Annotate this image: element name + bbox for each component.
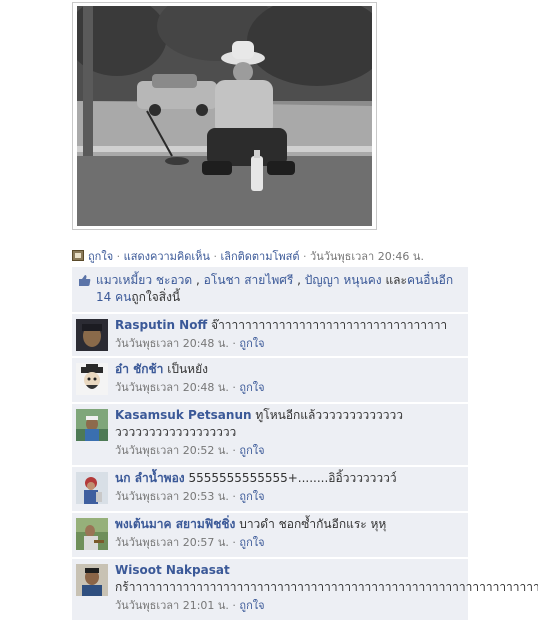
post-photo[interactable] [77,6,372,226]
comment-meta: วันวันพุธเวลา 21:01 น. · ถูกใจ [115,598,462,614]
thumbs-up-icon [79,275,91,286]
separator-dot: · [232,444,236,457]
unfollow-link[interactable]: เลิกติดตามโพสต์ [220,250,299,263]
comment-meta: วันวันพุธเวลา 20:52 น. · ถูกใจ [115,443,462,459]
comment-meta: วันวันพุธเวลา 20:57 น. · ถูกใจ [115,535,462,551]
separator-dot: · [232,381,236,394]
commenter-name[interactable]: Wisoot Nakpasat [115,563,230,577]
comment-time[interactable]: วันวันพุธเวลา 21:01 น. [115,599,229,612]
post-photo-frame[interactable] [72,2,377,230]
liker-separator: , [192,273,204,287]
separator-dot: · [213,250,217,263]
comment-time[interactable]: วันวันพุธเวลา 20:57 น. [115,536,229,549]
liker-separator: , [293,273,305,287]
comment-item: Wisoot Nakpasat กร้าาาาาาาาาาาาาาาาาาาาา… [72,559,538,620]
comment-like-link[interactable]: ถูกใจ [239,536,264,549]
post-photo-image [77,6,372,226]
comment-time[interactable]: วันวันพุธเวลา 20:53 น. [115,490,229,503]
avatar[interactable] [76,472,108,504]
comment-item: Kasamsuk Petsanun ทูโหนอีกแล้ววววววววววว… [72,404,468,465]
likes-and-text: และ [385,273,407,287]
post-timestamp[interactable]: วันวันพุธเวลา 20:46 น. [310,250,424,263]
likes-suffix: ถูกใจสิ่งนี้ [131,290,181,304]
separator-dot: · [303,250,307,263]
comment-item: พงเต้นมาค สยามฟิชชิ่ง บาวดำ ชอกซ้ำกันอีก… [72,513,468,557]
photo-icon [72,250,84,261]
commenter-name[interactable]: พงเต้นมาค สยามฟิชชิ่ง [115,517,235,531]
commenter-name[interactable]: นก ลำน้ำพอง [115,471,185,485]
comment-link[interactable]: แสดงความคิดเห็น [124,250,210,263]
post-action-bar: ถูกใจ · แสดงความคิดเห็น · เลิกติดตามโพสต… [72,247,472,265]
like-link[interactable]: ถูกใจ [88,250,113,263]
commenter-name[interactable]: Kasamsuk Petsanun [115,408,252,422]
avatar[interactable] [76,363,108,395]
avatar[interactable] [76,564,108,596]
comment-like-link[interactable]: ถูกใจ [239,490,264,503]
comment-text: บาวดำ ชอกซ้ำกันอีกแระ หุหุ [239,517,387,531]
comment-like-link[interactable]: ถูกใจ [239,444,264,457]
liker-name[interactable]: แมวเหมี้ยว ชะอวด [96,273,192,287]
separator-dot: · [232,490,236,503]
comment-meta: วันวันพุธเวลา 20:48 น. · ถูกใจ [115,336,462,352]
separator-dot: · [232,337,236,350]
separator-dot: · [116,250,121,263]
comment-like-link[interactable]: ถูกใจ [239,337,264,350]
avatar[interactable] [76,409,108,441]
separator-dot: · [232,536,236,549]
avatar[interactable] [76,319,108,351]
comment-time[interactable]: วันวันพุธเวลา 20:48 น. [115,337,229,350]
liker-name[interactable]: ปัญญา หนุนคง [305,273,382,287]
comment-time[interactable]: วันวันพุธเวลา 20:48 น. [115,381,229,394]
comment-text: กร้าาาาาาาาาาาาาาาาาาาาาาาาาาาาาาาาาาาาา… [115,580,538,594]
separator-dot: · [232,599,236,612]
comment-text: จ๊าาาาาาาาาาาาาาาาาาาาาาาาาาาาาาาาาา [211,318,448,332]
comment-item: นก ลำน้ำพอง 5555555555555+........อิอิ้ว… [72,467,468,511]
comment-text: 5555555555555+........อิอิ้วววววววว์ [188,471,397,485]
comment-meta: วันวันพุธเวลา 20:53 น. · ถูกใจ [115,489,462,505]
comment-item: Rasputin Noff จ๊าาาาาาาาาาาาาาาาาาาาาาาา… [72,314,468,356]
comment-time[interactable]: วันวันพุธเวลา 20:52 น. [115,444,229,457]
comment-like-link[interactable]: ถูกใจ [239,599,264,612]
commenter-name[interactable]: อ๋า ชักช้า [115,362,163,376]
comment-item: อ๋า ชักช้า เป็นหยัง วันวันพุธเวลา 20:48 … [72,358,468,402]
comment-like-link[interactable]: ถูกใจ [239,381,264,394]
liker-name[interactable]: อโนชา สายไพศรี [204,273,294,287]
commenter-name[interactable]: Rasputin Noff [115,318,207,332]
comment-meta: วันวันพุธเวลา 20:48 น. · ถูกใจ [115,380,462,396]
avatar[interactable] [76,518,108,550]
comment-text: เป็นหยัง [167,362,208,376]
likes-summary: แมวเหมี้ยว ชะอวด , อโนชา สายไพศรี , ปัญญ… [72,267,468,312]
